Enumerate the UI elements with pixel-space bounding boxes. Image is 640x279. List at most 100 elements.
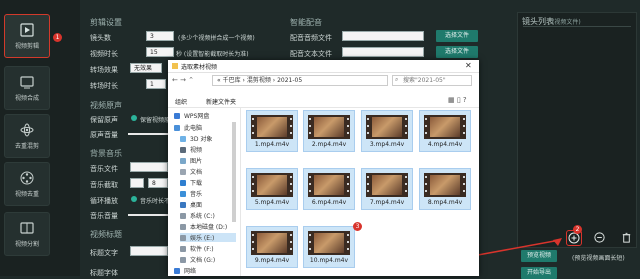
- remove-shot-button[interactable]: [593, 231, 606, 246]
- rail-dedup-mix[interactable]: 去重混剪: [4, 114, 50, 158]
- tree-item[interactable]: WPS网盘: [174, 111, 209, 120]
- video-file-thumb[interactable]: 8.mp4.m4v: [419, 168, 471, 210]
- video-file-thumb[interactable]: 10.mp4.m4v: [303, 226, 355, 268]
- network-icon: [174, 267, 180, 274]
- transition-select[interactable]: 无效果: [130, 63, 162, 73]
- tree-item[interactable]: 3D 对象: [180, 134, 212, 143]
- tree-item[interactable]: 系统 (C:): [180, 211, 215, 220]
- video-file-thumb[interactable]: 3.mp4.m4v: [361, 110, 413, 152]
- breadcrumb-item[interactable]: 混剪视频: [247, 77, 271, 84]
- left-rail: 视频剪辑 1 视频合成 去重混剪 视频去重 视频分割: [0, 0, 80, 276]
- download-icon: [180, 179, 186, 186]
- loop-label: 循环播放: [90, 197, 118, 205]
- computer-icon: [174, 124, 180, 131]
- file-name: 7.mp4.m4v: [369, 199, 405, 206]
- video-file-thumb[interactable]: 1.mp4.m4v: [246, 110, 298, 152]
- video-file-thumb[interactable]: 6.mp4.m4v: [303, 168, 355, 210]
- breadcrumb-item[interactable]: 2021-05: [277, 77, 302, 84]
- rail-item-label: 视频分割: [14, 241, 39, 248]
- address-bar[interactable]: « 千巴库 › 混剪视频 › 2021-05: [212, 75, 388, 86]
- step-badge-1: 1: [53, 33, 62, 42]
- atom-icon: [20, 123, 34, 137]
- drive-icon: [180, 223, 186, 230]
- keep-original-label: 保留原声: [90, 116, 118, 124]
- video-file-thumb[interactable]: 4.mp4.m4v: [419, 110, 471, 152]
- rail-item-label: 去重混剪: [14, 143, 39, 150]
- video-file-thumb[interactable]: 7.mp4.m4v: [361, 168, 413, 210]
- text-file-label: 配音文本文件: [290, 50, 332, 58]
- tree-item[interactable]: 视频: [180, 145, 202, 154]
- original-volume-label: 原声音量: [90, 131, 118, 139]
- title-font-label: 标题字体: [90, 269, 118, 277]
- shot-count-input[interactable]: 3: [146, 31, 174, 41]
- loop-radio[interactable]: [131, 196, 137, 202]
- shot-list-divider: [523, 26, 631, 27]
- rail-video-split[interactable]: 视频分割: [4, 212, 50, 256]
- tree-item[interactable]: 网络: [174, 266, 196, 275]
- music-clip-start[interactable]: [130, 178, 144, 188]
- delete-shot-button[interactable]: [620, 231, 633, 246]
- rail-item-label: 视频合成: [14, 95, 39, 102]
- video-file-thumb[interactable]: 5.mp4.m4v: [246, 168, 298, 210]
- original-volume-slider[interactable]: [128, 133, 168, 135]
- video-file-thumb[interactable]: 2.mp4.m4v: [303, 110, 355, 152]
- tree-item[interactable]: 软件 (F:): [180, 244, 214, 253]
- audio-file-input[interactable]: [342, 31, 424, 41]
- tree-item[interactable]: 本地磁盘 (D:): [180, 222, 227, 231]
- rail-video-dedup[interactable]: 视频去重: [4, 162, 50, 206]
- tree-item[interactable]: 图片: [180, 156, 202, 165]
- choose-audio-file-button[interactable]: 选择文件: [436, 30, 478, 42]
- transition-duration-input[interactable]: 1: [146, 79, 166, 89]
- organize-menu[interactable]: 组织: [175, 97, 187, 106]
- file-name: 4.mp4.m4v: [427, 141, 463, 148]
- tree-item[interactable]: 文档: [180, 167, 202, 176]
- rail-item-label: 视频剪辑: [14, 43, 39, 50]
- file-name: 2.mp4.m4v: [311, 141, 347, 148]
- file-name: 10.mp4.m4v: [309, 257, 349, 264]
- choose-text-file-button[interactable]: 选择文件: [436, 46, 478, 58]
- tree-item[interactable]: 此电脑: [174, 123, 202, 132]
- tree-item[interactable]: 桌面: [180, 200, 202, 209]
- step-badge-2: 2: [573, 225, 582, 234]
- duration-input[interactable]: 15: [146, 47, 174, 57]
- section-title-edit-settings: 剪辑设置: [90, 18, 122, 27]
- file-name: 1.mp4.m4v: [254, 141, 290, 148]
- rail-item-label: 视频去重: [14, 191, 39, 198]
- section-title-video-title: 视频标题: [90, 230, 122, 239]
- tree-scrollbar[interactable]: [232, 122, 236, 222]
- search-input[interactable]: 搜索"2021-05": [392, 75, 472, 86]
- tree-item-selected[interactable]: 娱乐 (E:): [180, 233, 236, 242]
- dialog-title: 选取素材视频: [181, 64, 218, 71]
- video-file-thumb[interactable]: 9.mp4.m4v: [246, 226, 298, 268]
- new-folder-button[interactable]: 新建文件夹: [206, 97, 236, 106]
- transition-label: 转场效果: [90, 66, 118, 74]
- music-clip-end[interactable]: 8: [148, 178, 168, 188]
- tree-item[interactable]: 音乐: [180, 189, 202, 198]
- close-icon[interactable]: ✕: [465, 61, 472, 70]
- minus-circle-icon: [594, 232, 605, 243]
- merge-icon: [20, 76, 34, 89]
- music-volume-label: 音乐音量: [90, 212, 118, 220]
- drive-icon: [180, 212, 186, 219]
- keep-original-radio[interactable]: [131, 115, 137, 121]
- rail-video-edit[interactable]: 视频剪辑 1: [4, 14, 62, 58]
- music-icon: [180, 190, 186, 197]
- documents-icon: [180, 168, 186, 175]
- breadcrumb-item[interactable]: 千巴库: [223, 77, 241, 84]
- rail-video-merge[interactable]: 视频合成: [4, 66, 50, 110]
- music-file-input[interactable]: [130, 162, 168, 172]
- tree-item[interactable]: 下载: [180, 178, 202, 187]
- shot-list-subtitle: (视频文件): [552, 19, 581, 26]
- music-clip-label: 音乐截取: [90, 181, 118, 189]
- music-file-label: 音乐文件: [90, 165, 118, 173]
- nav-arrows[interactable]: ← → ⌃: [172, 76, 194, 84]
- title-text-input[interactable]: [130, 246, 168, 256]
- tree-item[interactable]: 文档 (G:): [180, 255, 215, 264]
- shot-count-hint: (多少个视频拼合成一个视频): [178, 35, 255, 42]
- music-volume-slider[interactable]: [128, 214, 168, 216]
- text-file-input[interactable]: [342, 47, 424, 57]
- view-options-icon[interactable]: ▦ ▯ ?: [448, 96, 467, 104]
- drive-icon: [180, 256, 186, 263]
- video-edit-icon: [20, 23, 34, 37]
- title-text-label: 标题文字: [90, 249, 118, 257]
